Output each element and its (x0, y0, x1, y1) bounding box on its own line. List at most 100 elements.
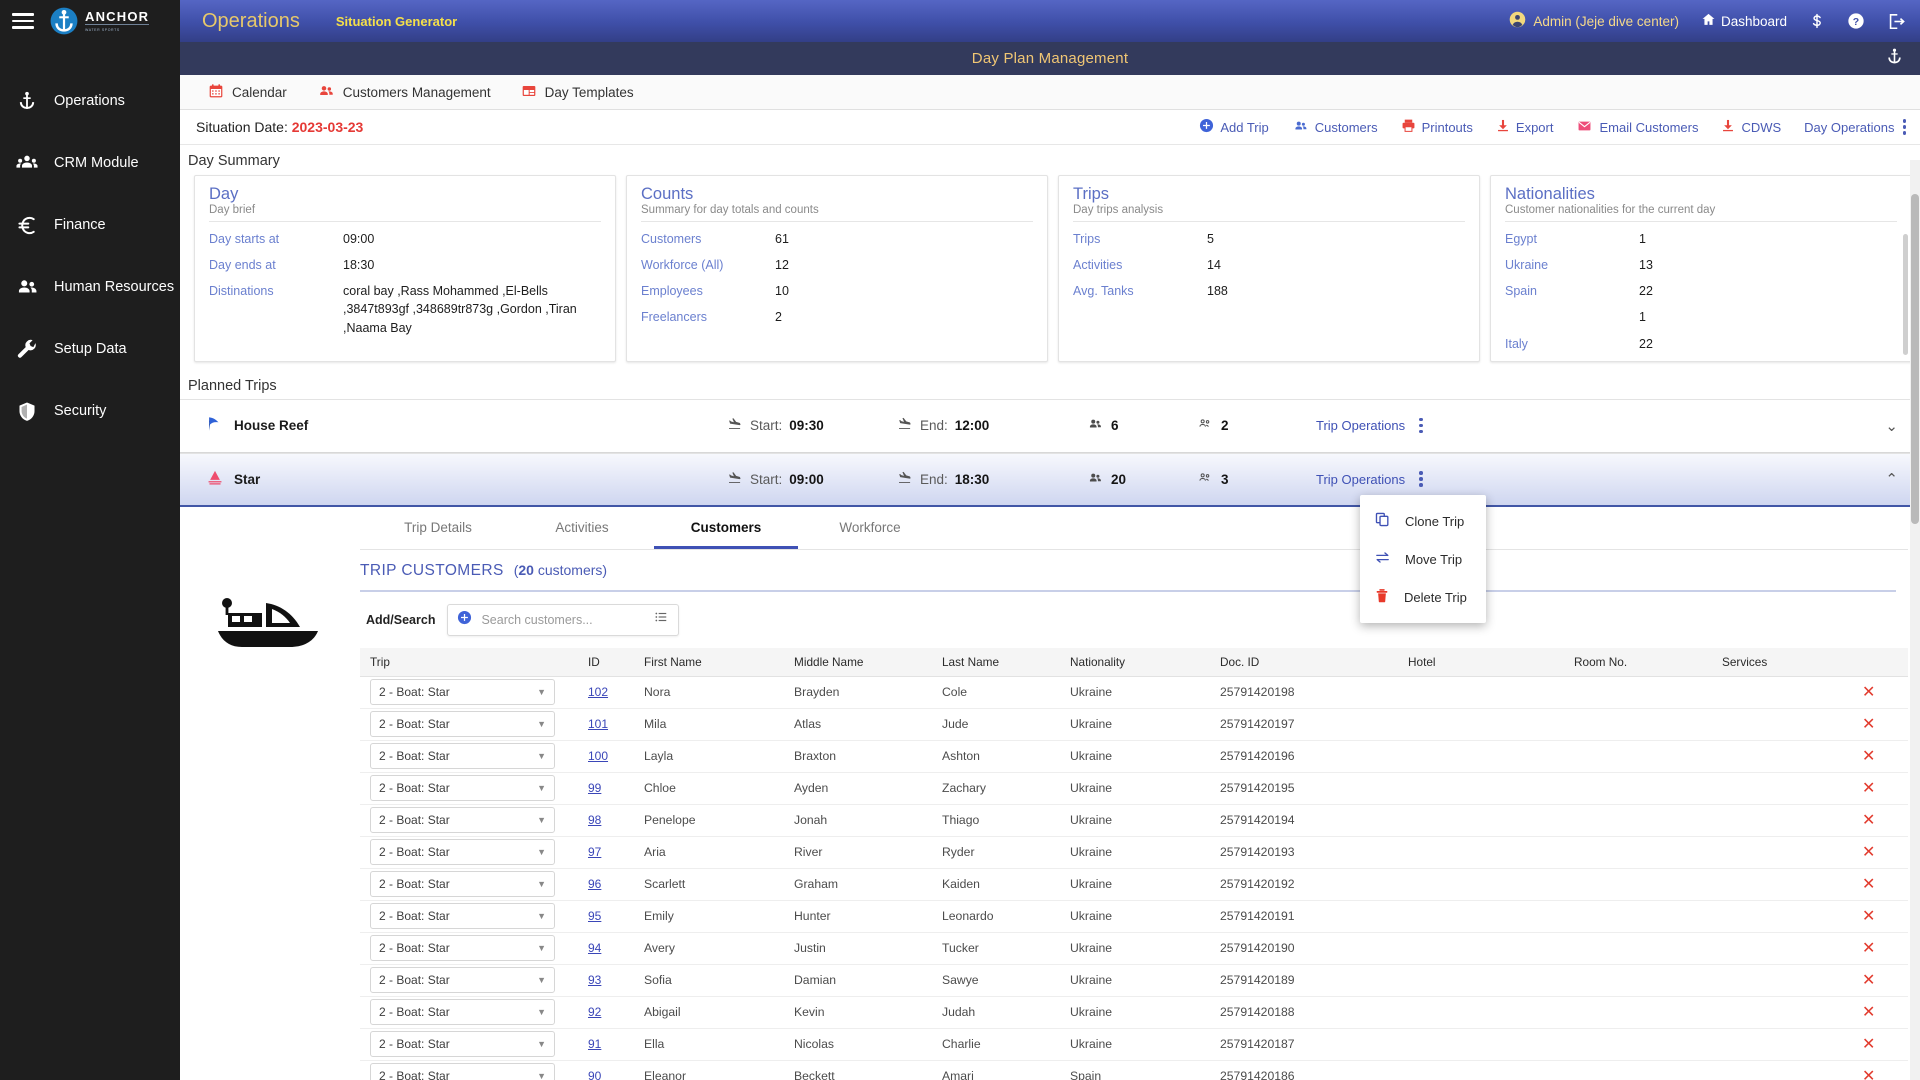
nationalities-scrollbar[interactable] (1903, 234, 1908, 355)
customer-id-link[interactable]: 99 (588, 781, 601, 795)
trip-row[interactable]: Star Start: 09:00 End: 18:30 20 3 Trip O… (180, 452, 1920, 507)
tab-customers-management[interactable]: Customers Management (317, 83, 491, 102)
dashboard-link[interactable]: Dashboard (1701, 12, 1787, 30)
trip-operations-link[interactable]: Trip Operations (1316, 418, 1405, 433)
trip-select[interactable]: 2 - Boat: Star ▼ (370, 1063, 555, 1080)
table-row[interactable]: 2 - Boat: Star ▼ 92 Abigail Kevin Judah Ukrain… (360, 996, 1908, 1029)
table-row[interactable]: 2 - Boat: Star ▼ 91 Ella Nicolas Charlie Ukrai… (360, 1028, 1908, 1061)
tab-customers[interactable]: Customers (654, 507, 798, 549)
col-middle-name[interactable]: Middle Name (784, 647, 932, 677)
sidebar-item-operations[interactable]: Operations (0, 70, 180, 132)
logout-icon[interactable] (1887, 12, 1906, 31)
remove-customer-button[interactable]: ✕ (1862, 876, 1875, 893)
tab-calendar[interactable]: Calendar (208, 83, 287, 102)
chevron-down-icon[interactable]: ▼ (537, 1039, 546, 1049)
customer-id-link[interactable]: 102 (588, 685, 608, 699)
customer-id-link[interactable]: 98 (588, 813, 601, 827)
table-row[interactable]: 2 - Boat: Star ▼ 97 Aria River Ryder Ukraine 25… (360, 836, 1908, 869)
anchor-icon[interactable] (1885, 47, 1904, 71)
export-button[interactable]: Export (1496, 118, 1553, 136)
chevron-down-icon[interactable]: ▼ (537, 1071, 546, 1080)
kebab-menu-icon[interactable] (1901, 119, 1906, 135)
customer-id-link[interactable]: 93 (588, 973, 601, 987)
hamburger-icon[interactable] (12, 13, 34, 29)
clone-trip-menu-item[interactable]: Clone Trip (1360, 502, 1486, 540)
sidebar-item-setup-data[interactable]: Setup Data (0, 318, 180, 380)
chevron-down-icon[interactable]: ▼ (537, 847, 546, 857)
table-row[interactable]: 2 - Boat: Star ▼ 95 Emily Hunter Leonardo Ukra… (360, 900, 1908, 933)
col-nationality[interactable]: Nationality (1060, 647, 1210, 677)
col-services[interactable]: Services (1712, 647, 1852, 677)
trip-select[interactable]: 2 - Boat: Star ▼ (370, 711, 555, 738)
table-row[interactable]: 2 - Boat: Star ▼ 100 Layla Braxton Ashton Ukra… (360, 740, 1908, 773)
trip-row[interactable]: House Reef Start: 09:30 End: 12:00 6 2 T… (180, 398, 1920, 453)
chevron-down-icon[interactable]: ▼ (537, 975, 546, 985)
remove-customer-button[interactable]: ✕ (1862, 748, 1875, 765)
list-icon[interactable] (653, 610, 669, 629)
trip-select[interactable]: 2 - Boat: Star ▼ (370, 839, 555, 866)
col-doc-id[interactable]: Doc. ID (1210, 647, 1398, 677)
trip-select[interactable]: 2 - Boat: Star ▼ (370, 967, 555, 994)
page-scrollbar-thumb[interactable] (1911, 194, 1919, 524)
chevron-down-icon[interactable]: ▼ (537, 879, 546, 889)
delete-trip-menu-item[interactable]: Delete Trip (1360, 578, 1486, 616)
trip-select[interactable]: 2 - Boat: Star ▼ (370, 775, 555, 802)
col-id[interactable]: ID (578, 647, 634, 677)
remove-customer-button[interactable]: ✕ (1862, 716, 1875, 733)
kebab-menu-icon[interactable] (1417, 471, 1423, 487)
customer-id-link[interactable]: 94 (588, 941, 601, 955)
customer-id-link[interactable]: 90 (588, 1069, 601, 1080)
col-first-name[interactable]: First Name (634, 647, 784, 677)
remove-customer-button[interactable]: ✕ (1862, 940, 1875, 957)
trip-select[interactable]: 2 - Boat: Star ▼ (370, 679, 555, 706)
trip-select[interactable]: 2 - Boat: Star ▼ (370, 807, 555, 834)
cdws-button[interactable]: CDWS (1721, 118, 1781, 136)
table-row[interactable]: 2 - Boat: Star ▼ 98 Penelope Jonah Thiago Ukra… (360, 804, 1908, 837)
page-scrollbar[interactable] (1910, 160, 1920, 1080)
chevron-down-icon[interactable]: ▼ (537, 687, 546, 697)
chevron-down-icon[interactable]: ▼ (537, 751, 546, 761)
brand-logo[interactable]: ANCHOR WATER SPORTS (48, 6, 150, 36)
col-last-name[interactable]: Last Name (932, 647, 1060, 677)
remove-customer-button[interactable]: ✕ (1862, 844, 1875, 861)
kebab-menu-icon[interactable] (1417, 417, 1423, 434)
trip-select[interactable]: 2 - Boat: Star ▼ (370, 903, 555, 930)
chevron-down-icon[interactable]: ▼ (537, 943, 546, 953)
email-customers-button[interactable]: Email Customers (1576, 119, 1698, 136)
table-row[interactable]: 2 - Boat: Star ▼ 94 Avery Justin Tucker Ukrain… (360, 932, 1908, 965)
remove-customer-button[interactable]: ✕ (1862, 1068, 1875, 1080)
tab-day-templates[interactable]: Day Templates (521, 83, 634, 102)
table-row[interactable]: 2 - Boat: Star ▼ 101 Mila Atlas Jude Ukraine 25… (360, 708, 1908, 741)
customer-id-link[interactable]: 91 (588, 1037, 601, 1051)
remove-customer-button[interactable]: ✕ (1862, 684, 1875, 701)
chevron-down-icon[interactable]: ⌄ (1885, 417, 1898, 435)
col-trip[interactable]: Trip (360, 647, 578, 677)
remove-customer-button[interactable]: ✕ (1862, 908, 1875, 925)
chevron-down-icon[interactable]: ▼ (537, 815, 546, 825)
customer-id-link[interactable]: 100 (588, 749, 608, 763)
chevron-down-icon[interactable]: ▼ (537, 911, 546, 921)
customer-id-link[interactable]: 95 (588, 909, 601, 923)
customer-id-link[interactable]: 97 (588, 845, 601, 859)
remove-customer-button[interactable]: ✕ (1862, 972, 1875, 989)
col-room-no[interactable]: Room No. (1564, 647, 1712, 677)
customer-id-link[interactable]: 96 (588, 877, 601, 891)
customer-id-link[interactable]: 92 (588, 1005, 601, 1019)
dollar-icon[interactable] (1809, 12, 1825, 30)
remove-customer-button[interactable]: ✕ (1862, 1036, 1875, 1053)
tab-workforce[interactable]: Workforce (798, 507, 942, 549)
tab-activities[interactable]: Activities (510, 507, 654, 549)
add-trip-button[interactable]: Add Trip (1199, 118, 1269, 136)
trip-select[interactable]: 2 - Boat: Star ▼ (370, 999, 555, 1026)
situation-generator-label[interactable]: Situation Generator (336, 14, 457, 29)
help-circle-icon[interactable]: ? (1847, 12, 1865, 30)
col-hotel[interactable]: Hotel (1398, 647, 1564, 677)
printouts-button[interactable]: Printouts (1401, 118, 1473, 136)
plus-circle-icon[interactable] (457, 610, 472, 630)
trip-select[interactable]: 2 - Boat: Star ▼ (370, 1031, 555, 1058)
chevron-down-icon[interactable]: ▼ (537, 719, 546, 729)
table-row[interactable]: 2 - Boat: Star ▼ 93 Sofia Damian Sawye Ukraine… (360, 964, 1908, 997)
chevron-down-icon[interactable]: ▼ (537, 783, 546, 793)
search-input[interactable] (481, 612, 645, 627)
customer-id-link[interactable]: 101 (588, 717, 608, 731)
